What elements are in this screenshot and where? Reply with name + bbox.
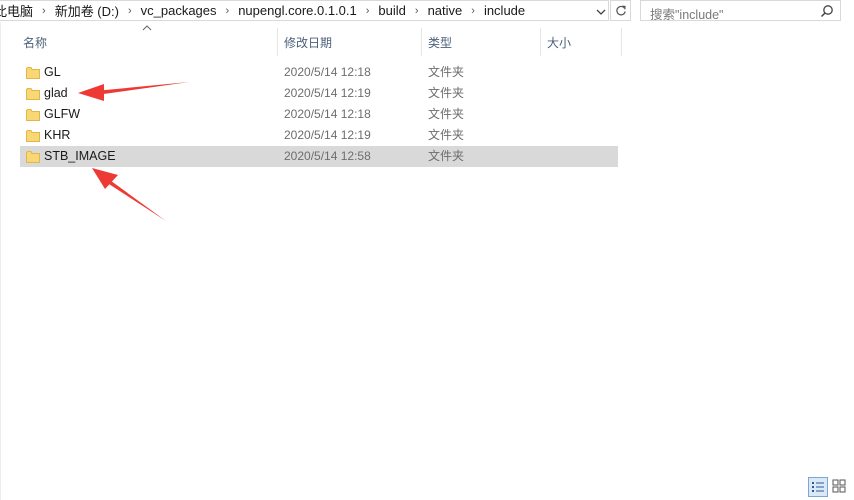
file-name[interactable]: GLFW: [44, 104, 80, 125]
search-placeholder: 搜索"include": [650, 8, 724, 22]
chevron-right-icon[interactable]: ›: [42, 5, 46, 17]
chevron-right-icon[interactable]: ›: [366, 5, 370, 17]
details-view-icon: [812, 482, 824, 492]
folder-icon: [26, 130, 40, 142]
breadcrumb-build[interactable]: build: [378, 3, 405, 18]
refresh-button[interactable]: [610, 0, 631, 21]
file-row[interactable]: glad 2020/5/14 12:19 文件夹: [20, 83, 618, 104]
chevron-right-icon[interactable]: ›: [415, 5, 419, 17]
breadcrumb-native[interactable]: native: [428, 3, 463, 18]
breadcrumb-drive-d[interactable]: 新加卷 (D:): [55, 1, 119, 20]
file-type: 文件夹: [428, 107, 465, 121]
chevron-right-icon[interactable]: ›: [226, 5, 230, 17]
file-name[interactable]: glad: [44, 83, 68, 104]
file-row[interactable]: GL 2020/5/14 12:18 文件夹: [20, 62, 618, 83]
column-header-type-label: 类型: [428, 35, 453, 50]
details-view-button[interactable]: [808, 477, 828, 497]
breadcrumb-vc-packages[interactable]: vc_packages: [141, 3, 217, 18]
column-header-size-label: 大小: [547, 35, 572, 50]
file-date: 2020/5/14 12:18: [284, 65, 371, 79]
column-header-name[interactable]: 名称: [23, 28, 277, 56]
file-name[interactable]: GL: [44, 62, 61, 83]
column-header-name-label: 名称: [23, 35, 48, 50]
column-divider[interactable]: [421, 28, 422, 56]
column-divider[interactable]: [277, 28, 278, 56]
file-date: 2020/5/14 12:18: [284, 107, 371, 121]
file-type: 文件夹: [428, 86, 465, 100]
chevron-right-icon[interactable]: ›: [471, 5, 475, 17]
navigation-pane-edge: [0, 22, 1, 500]
column-header-date-label: 修改日期: [284, 35, 333, 50]
file-row[interactable]: KHR 2020/5/14 12:19 文件夹: [20, 125, 618, 146]
file-date: 2020/5/14 12:58: [284, 149, 371, 163]
refresh-icon: [615, 5, 626, 15]
breadcrumb-include[interactable]: include: [484, 3, 525, 18]
folder-icon: [26, 88, 40, 100]
chevron-down-icon[interactable]: [593, 1, 608, 20]
column-divider[interactable]: [621, 28, 622, 56]
chevron-right-icon[interactable]: ›: [128, 5, 132, 17]
large-icons-view-button[interactable]: [830, 477, 850, 497]
search-icon[interactable]: [820, 4, 834, 18]
folder-icon: [26, 109, 40, 121]
column-header-type[interactable]: 类型: [428, 28, 540, 56]
large-icons-view-icon: [832, 479, 846, 493]
file-type: 文件夹: [428, 65, 465, 79]
file-row[interactable]: GLFW 2020/5/14 12:18 文件夹: [20, 104, 618, 125]
file-row-selected[interactable]: STB_IMAGE 2020/5/14 12:58 文件夹: [20, 146, 618, 167]
breadcrumb-nupengl[interactable]: nupengl.core.0.1.0.1: [238, 3, 357, 18]
folder-icon: [26, 151, 40, 163]
column-header-date[interactable]: 修改日期: [284, 28, 421, 56]
file-date: 2020/5/14 12:19: [284, 128, 371, 142]
breadcrumb-this-pc[interactable]: 此电脑: [0, 1, 33, 20]
file-name[interactable]: STB_IMAGE: [44, 146, 116, 167]
folder-icon: [26, 67, 40, 79]
column-divider[interactable]: [540, 28, 541, 56]
file-type: 文件夹: [428, 149, 465, 163]
search-input[interactable]: 搜索"include": [640, 0, 841, 22]
file-name[interactable]: KHR: [44, 125, 70, 146]
column-header-size[interactable]: 大小: [547, 28, 621, 56]
annotation-arrow-stb-image: [92, 168, 166, 221]
file-type: 文件夹: [428, 128, 465, 142]
file-date: 2020/5/14 12:19: [284, 86, 371, 100]
address-bar[interactable]: 此电脑 › 新加卷 (D:) › vc_packages › nupengl.c…: [0, 0, 609, 21]
